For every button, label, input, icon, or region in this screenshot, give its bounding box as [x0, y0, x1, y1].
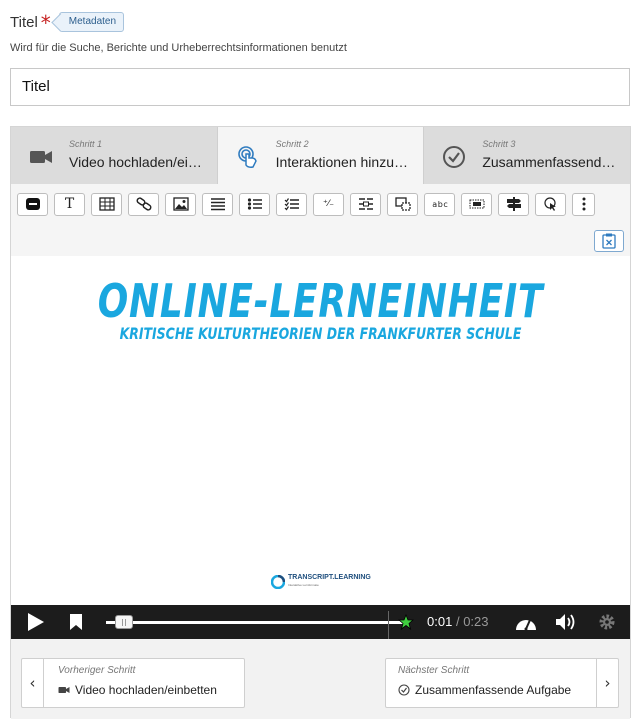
- paste-area: [11, 224, 630, 256]
- speedometer-icon: [516, 619, 536, 631]
- multiple-choice-icon: [284, 198, 299, 211]
- star-icon: [398, 614, 414, 630]
- table-tool-button[interactable]: [91, 192, 122, 216]
- multiple-choice-tool-button[interactable]: [276, 192, 307, 216]
- crossroads-tool-button[interactable]: [498, 192, 529, 216]
- metadata-button-label: Metadaten: [68, 16, 117, 27]
- single-choice-tool-button[interactable]: [239, 192, 270, 216]
- required-mark: *: [40, 11, 51, 35]
- drag-text-advanced-tool-button[interactable]: [461, 192, 492, 216]
- playback-rate-button[interactable]: [513, 605, 539, 639]
- video-controls: 0:01 / 0:23: [11, 605, 630, 639]
- check-circle-icon: [398, 684, 410, 696]
- tab-step-1[interactable]: Schritt 1 Video hochladen/einbetten: [11, 127, 218, 184]
- chevron-right-icon: ›: [596, 659, 618, 707]
- title-label: Titel: [10, 13, 38, 31]
- more-tools-button[interactable]: [572, 192, 595, 216]
- seek-bar-fill: [106, 621, 406, 624]
- drag-text-icon: [358, 198, 373, 210]
- endscreen-star-button[interactable]: [397, 605, 415, 639]
- video-title: ONLINE-LERNEINHEIT: [97, 274, 544, 328]
- step-3-title: Zusammenfassende Aufgabe: [482, 154, 617, 170]
- logo-subtext: Interaktive Lernformate: [288, 583, 319, 587]
- chevron-left-icon: ‹: [22, 659, 44, 707]
- video-preview[interactable]: ONLINE-LERNEINHEIT KRITISCHE KULTURTHEOR…: [11, 256, 630, 606]
- title-field-header: Titel * Metadaten: [10, 10, 125, 35]
- label-tool-button[interactable]: [17, 192, 48, 216]
- paste-icon: [602, 233, 616, 249]
- time-display: 0:01 / 0:23: [427, 605, 489, 639]
- text-icon: T: [64, 196, 75, 212]
- mark-words-tool-button[interactable]: a b c: [424, 192, 455, 216]
- crossroads-icon: [506, 197, 521, 211]
- check-circle-icon: [443, 146, 466, 168]
- link-icon: [136, 197, 151, 211]
- image-icon: [172, 197, 189, 211]
- gear-icon: [599, 614, 615, 630]
- previous-step-small: Vorheriger Schritt: [58, 665, 136, 676]
- image-tool-button[interactable]: [165, 192, 196, 216]
- next-step-label: Zusammenfassende Aufgabe: [415, 683, 572, 697]
- drag-drop-icon: [394, 197, 411, 211]
- fill-blanks-icon: ⁺⁄₋: [322, 199, 334, 209]
- mark-words-icon: a b c: [432, 199, 448, 209]
- step-1-title: Video hochladen/einbetten: [69, 154, 204, 170]
- table-icon: [98, 197, 115, 211]
- current-time: 0:01: [427, 614, 453, 629]
- tab-step-2[interactable]: Schritt 2 Interaktionen hinzufügen: [217, 127, 425, 184]
- paste-button[interactable]: [594, 230, 624, 252]
- step-2-small: Schritt 2: [275, 139, 309, 149]
- title-input[interactable]: Titel: [10, 68, 630, 106]
- play-icon: [28, 613, 44, 631]
- navigation-hotspot-tool-button[interactable]: [535, 192, 566, 216]
- step-navigation: ‹ Vorheriger Schritt Video hochladen/ein…: [11, 639, 630, 719]
- label-icon: [25, 198, 40, 210]
- video-camera-icon: [58, 687, 70, 693]
- statements-icon: [210, 198, 225, 211]
- text-tool-button[interactable]: T: [54, 192, 85, 216]
- play-button[interactable]: [23, 605, 49, 639]
- link-tool-button[interactable]: [128, 192, 159, 216]
- tab-step-3[interactable]: Schritt 3 Zusammenfassende Aufgabe: [424, 127, 631, 184]
- more-icon: [582, 197, 585, 211]
- title-description: Wird für die Suche, Berichte und Urheber…: [10, 42, 347, 54]
- time-separator: /: [455, 614, 460, 629]
- logo-text: TRANSCRIPT.LEARNING: [288, 574, 371, 581]
- seek-bar[interactable]: [106, 621, 406, 624]
- interactions-toolbar: T ⁺⁄₋ a b c: [11, 184, 630, 224]
- bookmark-button[interactable]: [65, 605, 87, 639]
- drag-text-advanced-icon: [469, 199, 484, 209]
- touch-icon: [237, 146, 257, 168]
- step-2-title: Interaktionen hinzufügen: [275, 154, 411, 170]
- previous-step-button[interactable]: ‹ Vorheriger Schritt Video hochladen/ein…: [21, 658, 245, 708]
- video-logo: TRANSCRIPT.LEARNING Interaktive Lernforma…: [271, 574, 371, 589]
- step-1-small: Schritt 1: [69, 139, 103, 149]
- total-time: 0:23: [463, 614, 489, 629]
- video-camera-icon: [30, 151, 52, 163]
- single-choice-icon: [247, 198, 262, 210]
- next-step-button[interactable]: Nächster Schritt Zusammenfassende Aufgab…: [385, 658, 619, 708]
- step-3-small: Schritt 3: [482, 139, 516, 149]
- bookmark-icon: [70, 614, 82, 630]
- navigation-hotspot-icon: [543, 197, 556, 211]
- drag-text-tool-button[interactable]: [350, 192, 381, 216]
- step-tabs: Schritt 1 Video hochladen/einbetten Schr…: [11, 127, 631, 184]
- settings-button[interactable]: [596, 605, 618, 639]
- volume-icon: [556, 614, 575, 630]
- volume-button[interactable]: [553, 605, 579, 639]
- interactive-video-editor: Schritt 1 Video hochladen/einbetten Schr…: [10, 126, 631, 719]
- logo-mark-icon: [271, 574, 285, 589]
- fraction-tool-button[interactable]: ⁺⁄₋: [313, 192, 344, 216]
- video-subtitle: KRITISCHE KULTURTHEORIEN DER FRANKFURTER…: [119, 324, 522, 343]
- statements-tool-button[interactable]: [202, 192, 233, 216]
- drag-drop-tool-button[interactable]: [387, 192, 418, 216]
- endscreen-divider: [388, 611, 389, 639]
- previous-step-label: Video hochladen/einbetten: [75, 683, 217, 697]
- seek-handle[interactable]: [115, 615, 133, 629]
- metadata-button[interactable]: Metadaten: [58, 12, 125, 32]
- next-step-small: Nächster Schritt: [398, 665, 470, 676]
